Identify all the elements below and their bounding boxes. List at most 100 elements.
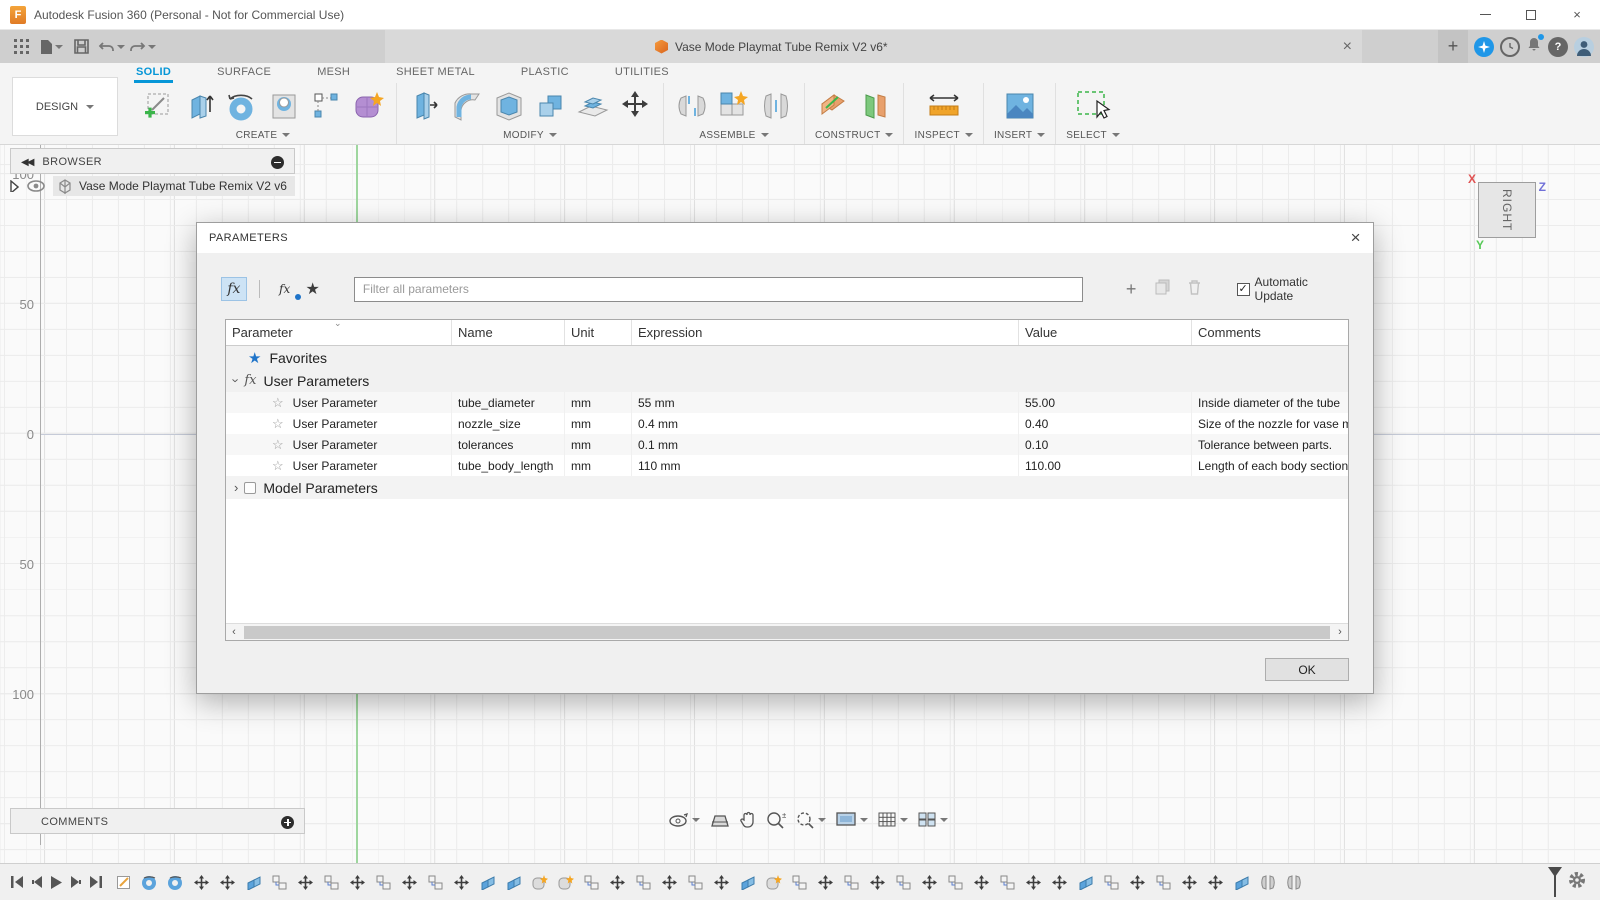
form-feature-icon[interactable] [765, 874, 782, 891]
move-feature-icon[interactable] [713, 874, 730, 891]
app-grid-icon[interactable] [8, 34, 34, 60]
joint-icon[interactable] [674, 88, 710, 124]
new-component-icon[interactable] [716, 88, 752, 124]
scroll-left-icon[interactable]: ‹ [226, 626, 242, 638]
row-expression[interactable]: 0.4 mm [632, 413, 1019, 434]
component-feature-icon[interactable] [635, 874, 652, 891]
visibility-eye-icon[interactable] [27, 180, 45, 192]
expand-triangle-icon[interactable] [10, 180, 19, 192]
timeline-goto-end-icon[interactable] [89, 875, 103, 889]
component-feature-icon[interactable] [375, 874, 392, 891]
extrude-feature-icon[interactable] [245, 874, 262, 891]
row-comment[interactable]: Size of the nozzle for vase m [1192, 413, 1348, 434]
component-feature-icon[interactable] [583, 874, 600, 891]
orbit-icon[interactable] [668, 811, 700, 829]
save-icon[interactable] [68, 34, 94, 60]
file-menu-icon[interactable] [38, 34, 64, 60]
job-status-icon[interactable] [1500, 37, 1520, 57]
favorite-star-outline-icon[interactable]: ☆ [272, 458, 284, 474]
table-row[interactable]: ☆User Parametertolerancesmm0.1 mm0.10Tol… [226, 434, 1348, 455]
revolve-icon[interactable] [224, 88, 260, 124]
component-feature-icon[interactable] [1155, 874, 1172, 891]
component-feature-icon[interactable] [791, 874, 808, 891]
tab-utilities[interactable]: UTILITIES [613, 66, 671, 83]
move-feature-icon[interactable] [869, 874, 886, 891]
move-feature-icon[interactable] [973, 874, 990, 891]
component-feature-icon[interactable] [427, 874, 444, 891]
pattern-icon[interactable] [308, 88, 344, 124]
col-expression[interactable]: Expression [632, 320, 1019, 345]
favorite-star-outline-icon[interactable]: ☆ [272, 395, 284, 411]
row-comment[interactable]: Tolerance between parts. [1192, 434, 1348, 455]
look-at-icon[interactable] [710, 812, 730, 828]
row-unit[interactable]: mm [565, 392, 632, 413]
row-unit[interactable]: mm [565, 413, 632, 434]
tab-sheet-metal[interactable]: SHEET METAL [394, 66, 477, 83]
component-feature-icon[interactable] [271, 874, 288, 891]
create-group-label[interactable]: CREATE [236, 126, 291, 144]
shell-icon[interactable] [491, 88, 527, 124]
modify-group-label[interactable]: MODIFY [503, 126, 557, 144]
inspect-group-label[interactable]: INSPECT [914, 126, 972, 144]
undo-icon[interactable] [98, 34, 125, 60]
select-icon[interactable] [1075, 88, 1111, 124]
measure-icon[interactable] [926, 88, 962, 124]
tab-mesh[interactable]: MESH [315, 66, 352, 83]
zoom-window-icon[interactable] [796, 811, 826, 829]
component-feature-icon[interactable] [843, 874, 860, 891]
help-icon[interactable]: ? [1548, 37, 1568, 57]
extrude-icon[interactable] [182, 88, 218, 124]
component-feature-icon[interactable] [895, 874, 912, 891]
viewcube[interactable]: RIGHT [1478, 182, 1536, 238]
table-row[interactable]: ☆User Parameternozzle_sizemm0.4 mm0.40Si… [226, 413, 1348, 434]
maximize-button[interactable] [1508, 0, 1554, 30]
row-value[interactable]: 110.00 [1019, 455, 1192, 476]
redo-icon[interactable] [129, 34, 156, 60]
move-feature-icon[interactable] [1051, 874, 1068, 891]
row-unit[interactable]: mm [565, 455, 632, 476]
timeline-step-forward-icon[interactable] [70, 875, 82, 889]
joint-feature-icon[interactable] [1259, 874, 1276, 891]
move-feature-icon[interactable] [1181, 874, 1198, 891]
row-comment[interactable]: Inside diameter of the tube [1192, 392, 1348, 413]
move-feature-icon[interactable] [453, 874, 470, 891]
collapse-chevron-icon[interactable]: › [229, 378, 244, 382]
insert-image-icon[interactable] [1002, 88, 1038, 124]
move-feature-icon[interactable] [401, 874, 418, 891]
row-name[interactable]: tolerances [452, 434, 565, 455]
extrude-feature-icon[interactable] [505, 874, 522, 891]
close-button[interactable]: × [1554, 0, 1600, 30]
collapse-panel-icon[interactable]: ◀◀ [21, 157, 32, 168]
tab-solid[interactable]: SOLID [134, 66, 173, 83]
press-pull-icon[interactable] [407, 88, 443, 124]
fillet-icon[interactable] [449, 88, 485, 124]
browser-root-item[interactable]: Vase Mode Playmat Tube Remix V2 v6 [10, 176, 295, 196]
component-feature-icon[interactable] [687, 874, 704, 891]
filter-input[interactable] [354, 277, 1083, 302]
timeline-marker[interactable] [1548, 867, 1562, 897]
scrollbar-thumb[interactable] [244, 626, 1330, 639]
move-feature-icon[interactable] [1207, 874, 1224, 891]
workspace-selector[interactable]: DESIGN [12, 77, 118, 136]
ok-button[interactable]: OK [1265, 658, 1349, 681]
timeline-settings-gear-icon[interactable] [1568, 871, 1586, 894]
row-value[interactable]: 0.40 [1019, 413, 1192, 434]
tab-surface[interactable]: SURFACE [215, 66, 273, 83]
extrude-feature-icon[interactable] [1077, 874, 1094, 891]
extensions-icon[interactable] [1474, 37, 1494, 57]
row-name[interactable]: tube_diameter [452, 392, 565, 413]
col-comments[interactable]: Comments [1192, 320, 1348, 345]
revolve-feature-icon[interactable] [167, 874, 184, 891]
table-header[interactable]: ⌄ Parameter Name Unit Expression Value C… [226, 320, 1348, 346]
move-feature-icon[interactable] [219, 874, 236, 891]
document-tab-close-icon[interactable]: × [1343, 38, 1352, 56]
joint-feature-icon[interactable] [1285, 874, 1302, 891]
checkbox-checked-icon[interactable]: ✓ [1237, 283, 1250, 296]
favorites-filter-icon[interactable]: ★ [306, 279, 320, 299]
component-feature-icon[interactable] [999, 874, 1016, 891]
document-tab[interactable]: Vase Mode Playmat Tube Remix V2 v6* × [385, 30, 1362, 63]
avatar[interactable] [1574, 37, 1594, 57]
form-feature-icon[interactable] [557, 874, 574, 891]
minimize-button[interactable] [1462, 0, 1508, 30]
add-parameter-icon[interactable]: + [1119, 279, 1143, 300]
